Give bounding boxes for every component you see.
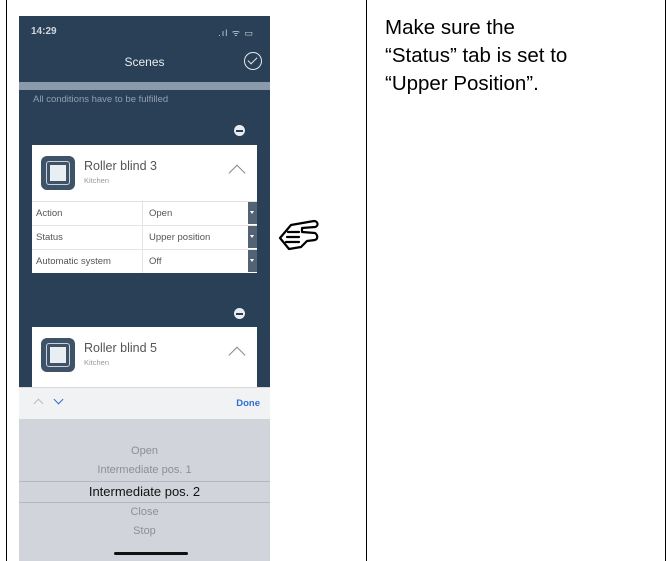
- dropdown-arrow-icon[interactable]: [248, 202, 257, 224]
- picker-option[interactable]: Stop: [19, 525, 270, 537]
- status-label: Status: [36, 232, 63, 243]
- device-name: Roller blind 5: [84, 341, 157, 355]
- picker-option-selected[interactable]: Intermediate pos. 2: [19, 484, 270, 499]
- roller-blind-icon: [41, 156, 75, 190]
- remove-device-icon[interactable]: [234, 125, 245, 136]
- roller-blind-icon: [41, 338, 75, 372]
- action-label: Action: [36, 208, 63, 219]
- device-card-header[interactable]: Roller blind 5 Kitchen: [32, 327, 257, 383]
- chevron-up-icon[interactable]: [228, 346, 246, 364]
- option-picker[interactable]: Open Intermediate pos. 1 Intermediate po…: [19, 419, 270, 561]
- remove-device-icon[interactable]: [234, 308, 245, 319]
- device-room: Kitchen: [84, 176, 110, 185]
- instruction-text: Make sure the “Status” tab is set to “Up…: [385, 16, 568, 95]
- previous-arrow-icon[interactable]: [33, 398, 44, 409]
- action-select[interactable]: Open: [142, 202, 257, 225]
- confirm-check-icon[interactable]: [244, 52, 262, 70]
- status-value: Upper position: [149, 232, 211, 243]
- next-arrow-icon[interactable]: [53, 394, 64, 405]
- status-icons: .ıl ᯤ ▭: [218, 28, 254, 38]
- picker-toolbar: Done: [19, 387, 270, 420]
- selection-line-bottom: [19, 502, 270, 503]
- phone-screenshot: 14:29 .ıl ᯤ ▭ Scenes All conditions have…: [19, 16, 270, 561]
- automatic-system-select[interactable]: Off: [142, 250, 257, 273]
- picker-option[interactable]: Close: [19, 506, 270, 518]
- device-card: Roller blind 5 Kitchen: [32, 327, 257, 387]
- nav-bar: Scenes: [19, 42, 270, 82]
- device-room: Kitchen: [84, 358, 110, 367]
- done-button[interactable]: Done: [236, 398, 260, 409]
- home-indicator: [114, 552, 188, 555]
- automatic-system-value: Off: [149, 256, 162, 267]
- device-card: Roller blind 3 Kitchen Action Open Statu…: [32, 145, 257, 273]
- device-name: Roller blind 3: [84, 159, 157, 173]
- status-row: Status Upper position: [32, 226, 257, 250]
- automatic-system-row: Automatic system Off: [32, 250, 257, 273]
- dropdown-arrow-icon[interactable]: [248, 250, 257, 272]
- automatic-system-label: Automatic system: [36, 256, 111, 267]
- table-border-right: [665, 0, 666, 561]
- table-border-left: [6, 0, 7, 561]
- chevron-up-icon[interactable]: [228, 164, 246, 182]
- pointing-hand-icon: [278, 219, 319, 251]
- conditions-text: All conditions have to be fulfilled: [33, 94, 169, 105]
- status-bar: 14:29 .ıl ᯤ ▭: [19, 16, 270, 42]
- separator-band: [19, 82, 270, 90]
- status-select[interactable]: Upper position: [142, 226, 257, 249]
- action-row: Action Open: [32, 202, 257, 226]
- selection-line-top: [19, 481, 270, 482]
- picker-option[interactable]: Intermediate pos. 1: [19, 464, 270, 476]
- picker-option[interactable]: Open: [19, 445, 270, 457]
- status-time: 14:29: [31, 26, 57, 37]
- table-divider: [366, 0, 367, 561]
- page-title: Scenes: [124, 55, 165, 69]
- action-value: Open: [149, 208, 173, 219]
- dropdown-arrow-icon[interactable]: [248, 226, 257, 248]
- device-card-header[interactable]: Roller blind 3 Kitchen: [32, 145, 257, 202]
